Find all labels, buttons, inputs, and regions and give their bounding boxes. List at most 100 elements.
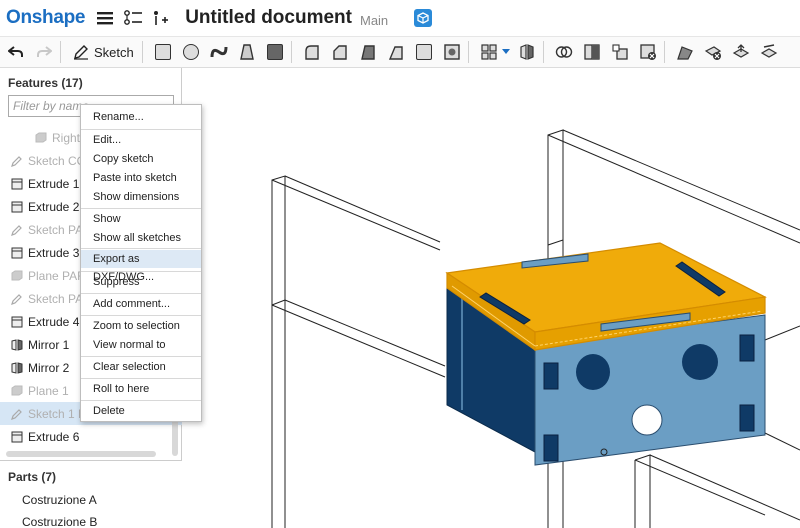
menu-item-rename[interactable]: Rename... (81, 108, 201, 126)
menu-divider (81, 378, 201, 379)
mirror-tool-icon[interactable] (515, 40, 539, 64)
plane-icon (34, 131, 47, 144)
vertical-scrollbar[interactable] (172, 418, 178, 456)
mirror-icon (10, 338, 23, 351)
rib-tool-icon[interactable] (384, 40, 408, 64)
feature-label: Sketch CO (28, 153, 87, 168)
chamfer-tool-icon[interactable] (328, 40, 352, 64)
boolean-tool-icon[interactable] (552, 40, 576, 64)
fillet-tool-icon[interactable] (300, 40, 324, 64)
feature-label: Extrude 1 (28, 176, 80, 191)
sketch-label: Sketch (94, 44, 134, 60)
horizontal-scrollbar[interactable] (6, 451, 156, 457)
part-item[interactable]: Costruzione B (22, 515, 97, 528)
sketch-button[interactable]: Sketch (69, 40, 138, 64)
delete-face-tool-icon[interactable] (701, 40, 725, 64)
menu-icon[interactable] (97, 11, 114, 25)
pencil-icon (10, 407, 23, 420)
variable-icon[interactable] (151, 9, 169, 27)
mirror-icon (10, 361, 23, 374)
transform-tool-icon[interactable] (608, 40, 632, 64)
pencil-icon (10, 292, 23, 305)
menu-item-roll-to-here[interactable]: Roll to here (81, 380, 201, 398)
feature-label: Plane 1 (28, 383, 69, 398)
menu-item-view-normal-to[interactable]: View normal to (81, 336, 201, 354)
menu-item-export-dxf-dwg[interactable]: Export as DXF/DWG... (81, 250, 201, 283)
feature-label: Right (52, 130, 81, 145)
construction-frame-left (271, 175, 446, 528)
toolbar-divider (60, 41, 61, 63)
pencil-icon (74, 45, 88, 60)
workspace-label[interactable]: Main (360, 13, 388, 28)
toolbar-divider (141, 41, 143, 63)
shell-tool-icon[interactable] (412, 40, 436, 64)
dropdown-arrow-icon[interactable] (501, 40, 511, 64)
app-store-icon[interactable] (414, 9, 433, 27)
extrude-icon (10, 177, 23, 190)
menu-item-zoom-to-selection[interactable]: Zoom to selection (81, 317, 201, 335)
hole-tool-icon[interactable] (440, 40, 464, 64)
menu-divider (81, 129, 201, 130)
feature-label: Mirror 1 (28, 337, 70, 352)
split-tool-icon[interactable] (580, 40, 604, 64)
menu-item-delete[interactable]: Delete (81, 402, 201, 420)
pencil-icon (10, 223, 23, 236)
document-title[interactable]: Untitled document (185, 7, 352, 29)
toolbar-divider (290, 41, 292, 63)
menu-divider (81, 248, 201, 249)
feature-label: Plane PAF (28, 268, 85, 283)
feature-item-extrude[interactable]: Extrude 6 (0, 425, 182, 448)
feature-label: Sketch 1 F (28, 406, 86, 421)
menu-item-show-dimensions[interactable]: Show dimensions (81, 188, 201, 206)
menu-divider (81, 293, 201, 294)
menu-divider (81, 400, 201, 401)
onshape-logo[interactable]: Onshape (6, 7, 86, 29)
menu-item-edit[interactable]: Edit... (81, 131, 201, 149)
plane-icon (10, 384, 23, 397)
graphics-viewport[interactable] (183, 68, 800, 528)
toolbar-divider (467, 41, 469, 63)
menu-item-paste-into-sketch[interactable]: Paste into sketch (81, 169, 201, 187)
part-item[interactable]: Costruzione A (22, 493, 97, 507)
3d-model-canvas[interactable] (183, 68, 800, 528)
extrude-icon (10, 246, 23, 259)
parts-section: Parts (7) Costruzione A Costruzione B (0, 460, 182, 528)
undo-icon[interactable] (4, 40, 28, 64)
menu-divider (81, 271, 201, 272)
context-menu: Rename... Edit... Copy sketch Paste into… (80, 104, 202, 422)
app-header: Onshape Untitled document Main (0, 0, 800, 36)
menu-divider (81, 315, 201, 316)
extrude-tool-icon[interactable] (151, 40, 175, 64)
features-header: Features (17) (8, 76, 83, 90)
draft-tool-icon[interactable] (356, 40, 380, 64)
menu-item-copy-sketch[interactable]: Copy sketch (81, 150, 201, 168)
move-face-tool-icon[interactable] (729, 40, 753, 64)
revolve-tool-icon[interactable] (179, 40, 203, 64)
feature-label: Extrude 4 (28, 314, 80, 329)
menu-divider (81, 356, 201, 357)
thicken-tool-icon[interactable] (263, 40, 287, 64)
delete-part-tool-icon[interactable] (636, 40, 660, 64)
redo-icon[interactable] (32, 40, 56, 64)
menu-item-add-comment[interactable]: Add comment... (81, 295, 201, 313)
feature-label: Sketch PA (28, 291, 84, 306)
extrude-icon (10, 200, 23, 213)
menu-divider (81, 208, 201, 209)
feature-list-icon[interactable] (123, 9, 143, 27)
pencil-icon (10, 154, 23, 167)
menu-item-show-all-sketches[interactable]: Show all sketches (81, 229, 201, 247)
feature-label: Mirror 2 (28, 360, 70, 375)
menu-item-clear-selection[interactable]: Clear selection (81, 358, 201, 376)
modify-fillet-tool-icon[interactable] (673, 40, 697, 64)
extrude-icon (10, 315, 23, 328)
feature-label: Extrude 6 (28, 429, 80, 444)
pattern-tool-icon[interactable] (477, 40, 501, 64)
extrude-icon (10, 430, 23, 443)
menu-item-suppress[interactable]: Suppress (81, 273, 201, 291)
replace-face-tool-icon[interactable] (757, 40, 781, 64)
toolbar-divider (663, 41, 665, 63)
menu-item-show[interactable]: Show (81, 210, 201, 228)
sweep-tool-icon[interactable] (207, 40, 231, 64)
feature-label: Sketch PA (28, 222, 84, 237)
loft-tool-icon[interactable] (235, 40, 259, 64)
